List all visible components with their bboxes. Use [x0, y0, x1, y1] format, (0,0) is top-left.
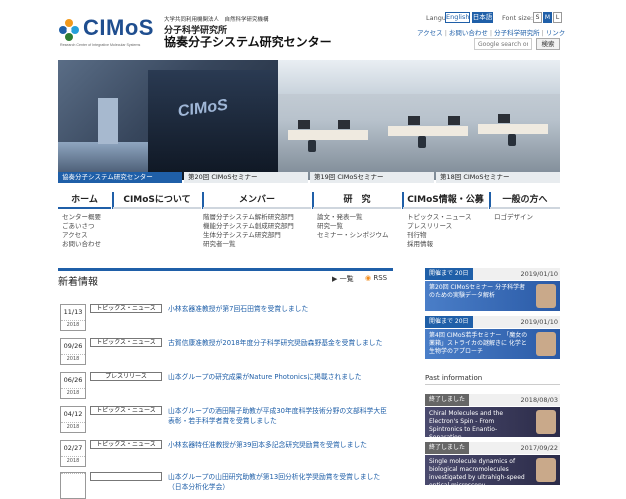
news-rss-label: RSS: [373, 274, 388, 282]
nav-public[interactable]: 一般の方へ ロゴデザイン: [489, 192, 560, 252]
news-category-badge: トピックス・ニュース: [90, 304, 162, 313]
speaker-photo: [536, 284, 556, 308]
nav-about[interactable]: CIMoSについて 階層分子システム解析研究部門 機能分子システム創成研究部門 …: [112, 192, 294, 252]
nav-research-item-list[interactable]: 研究一覧: [317, 222, 389, 231]
nav-info-item-recruitment[interactable]: 採用情報: [407, 240, 471, 249]
event-countdown-tag: 開催まで 20日: [425, 268, 473, 280]
news-all-label: 一覧: [339, 275, 354, 283]
font-size-medium-button[interactable]: M: [543, 12, 552, 23]
nav-research-label[interactable]: 研 究: [313, 192, 401, 209]
nav-research-item-papers[interactable]: 論文・発表一覧: [317, 213, 389, 222]
news-link[interactable]: 山本グループの研究成果がNature Photonicsに掲載されました: [168, 372, 393, 382]
news-category-badge: トピックス・ニュース: [90, 440, 162, 449]
font-size-large-button[interactable]: L: [553, 12, 562, 23]
nav-research-item-seminars[interactable]: セミナー・シンポジウム: [317, 231, 389, 240]
nav-research[interactable]: 研 究 論文・発表一覧 研究一覧 セミナー・シンポジウム: [312, 192, 401, 252]
font-size-small-button[interactable]: S: [533, 12, 542, 23]
hero-caption-seminar-20[interactable]: 第20回 CIMoSセミナー: [184, 172, 308, 183]
event-ended-tag: 終了しました: [425, 442, 470, 454]
language-english-button[interactable]: English: [445, 12, 470, 23]
news-date: [60, 472, 86, 499]
nav-members[interactable]: メンバー: [202, 192, 311, 252]
nav-home-item-contact[interactable]: お問い合わせ: [62, 240, 101, 249]
nav-info-item-publications[interactable]: 刊行物: [407, 231, 471, 240]
speaker-photo: [536, 332, 556, 356]
ims-link[interactable]: 分子科学研究所: [494, 29, 540, 37]
hero-caption-center[interactable]: 協奏分子システム研究センター: [58, 172, 182, 183]
news-date: 11/13 2018: [60, 304, 86, 331]
nav-public-label[interactable]: 一般の方へ: [490, 192, 560, 209]
nav-home-item-overview[interactable]: センター概要: [62, 213, 101, 222]
speaker-photo: [536, 458, 556, 482]
play-icon: ▶: [332, 275, 338, 283]
news-date: 06/26 2018: [60, 372, 86, 399]
logo-subtitle: Research Center of Integrative Molecular…: [60, 43, 141, 47]
news-category-badge: トピックス・ニュース: [90, 338, 162, 347]
news-date: 04/12 2018: [60, 406, 86, 433]
past-information-title: Past information: [425, 374, 483, 382]
search-input[interactable]: [474, 38, 532, 50]
news-title: 新着情報: [58, 277, 98, 288]
hero-image-office: [278, 60, 560, 180]
nav-home-item-greeting[interactable]: ごあいさつ: [62, 222, 101, 231]
rss-icon: ◉: [365, 274, 372, 282]
nav-info-item-press[interactable]: プレスリリース: [407, 222, 471, 231]
hero-slideshow[interactable]: CIMoS: [58, 60, 560, 180]
event-date: 2017/09/22: [520, 444, 558, 452]
news-link[interactable]: 山本グループの山田研究助教が第13回分析化学奨励賞を受賞しました（日本分析化学会…: [168, 472, 393, 492]
event-date: 2019/01/10: [520, 270, 558, 278]
event-banner[interactable]: Single molecule dynamics of biological m…: [425, 455, 560, 485]
hero-caption-bar: 協奏分子システム研究センター 第20回 CIMoSセミナー 第19回 CIMoS…: [58, 172, 560, 183]
hero-caption-seminar-19[interactable]: 第19回 CIMoSセミナー: [310, 172, 434, 183]
speaker-photo: [536, 410, 556, 434]
news-date: 02/27 2018: [60, 440, 86, 467]
news-link[interactable]: 小林玄器特任准教授が第39回本多記念研究奨励賞を受賞しました: [168, 440, 393, 450]
event-banner[interactable]: Chiral Molecules and the Electron's Spin…: [425, 407, 560, 437]
nav-home-label[interactable]: ホーム: [58, 192, 111, 209]
nav-info-item-topics[interactable]: トピックス・ニュース: [407, 213, 471, 222]
font-size-label: Font size:: [502, 14, 534, 22]
nav-home-item-access[interactable]: アクセス: [62, 231, 101, 240]
event-banner-text: Chiral Molecules and the Electron's Spin…: [429, 410, 504, 437]
news-link[interactable]: 古賀信康准教授が2018年度分子科学研究奨励森野基金を受賞しました: [168, 338, 393, 348]
event-banner-text: 第4回 CIMoS若手セミナー 「魔女の薬箱」ストライカの謎解きに 化学と生物学…: [429, 332, 528, 355]
hero-caption-seminar-18[interactable]: 第18回 CIMoSセミナー: [436, 172, 560, 183]
cimos-logo-icon[interactable]: [58, 18, 80, 42]
nav-home[interactable]: ホーム センター概要 ごあいさつ アクセス お問い合わせ: [58, 192, 111, 252]
nav-members-label[interactable]: メンバー: [203, 192, 311, 209]
org-parent: 大学共同利用機関法人 自然科学研究機構: [164, 17, 269, 23]
main-navigation: ホーム センター概要 ごあいさつ アクセス お問い合わせ CIMoSについて 階…: [58, 192, 560, 252]
event-date: 2019/01/10: [520, 318, 558, 326]
news-date: 09/26 2018: [60, 338, 86, 365]
news-category-badge: プレスリリース: [90, 372, 162, 381]
nav-about-label[interactable]: CIMoSについて: [113, 192, 201, 209]
contact-link[interactable]: お問い合わせ: [449, 29, 488, 37]
nav-info[interactable]: CIMoS情報・公募 トピックス・ニュース プレスリリース 刊行物 採用情報: [402, 192, 488, 252]
links-link[interactable]: リンク: [546, 29, 566, 37]
event-ended-tag: 終了しました: [425, 394, 470, 406]
org-center-name: 協奏分子システム研究センター: [164, 35, 332, 49]
divider: [425, 384, 560, 385]
search-button[interactable]: 検索: [536, 38, 560, 50]
news-link[interactable]: 山本グループの酒田陽子助教が平成30年度科学技術分野の文部科学大臣表彰・若手科学…: [168, 406, 393, 426]
hero-image-entrance: CIMoS: [58, 60, 278, 180]
language-japanese-button[interactable]: 日本語: [472, 12, 493, 23]
event-banner[interactable]: 第20回 CIMoSセミナー 分子科学者のための実験データ解析: [425, 281, 560, 311]
news-link[interactable]: 小林玄器准教授が第7回石田賞を受賞しました: [168, 304, 393, 314]
nav-public-item-logo[interactable]: ロゴデザイン: [494, 213, 533, 222]
event-banner[interactable]: 第4回 CIMoS若手セミナー 「魔女の薬箱」ストライカの謎解きに 化学と生物学…: [425, 329, 560, 359]
news-category-badge: トピックス・ニュース: [90, 406, 162, 415]
nav-info-label[interactable]: CIMoS情報・公募: [403, 192, 488, 209]
access-link[interactable]: アクセス: [417, 29, 443, 37]
event-countdown-tag: 開催まで 20日: [425, 316, 473, 328]
logo-text[interactable]: CIMoS: [83, 15, 154, 41]
event-banner-text: 第20回 CIMoSセミナー 分子科学者のための実験データ解析: [429, 284, 526, 299]
news-rss-link[interactable]: ◉ RSS: [365, 274, 387, 282]
news-all-link[interactable]: ▶ 一覧: [332, 274, 354, 284]
event-date: 2018/08/03: [520, 396, 558, 404]
event-banner-text: Single molecule dynamics of biological m…: [429, 458, 525, 485]
utility-links: アクセス | お問い合わせ | 分子科学研究所 | リンク: [417, 29, 566, 37]
